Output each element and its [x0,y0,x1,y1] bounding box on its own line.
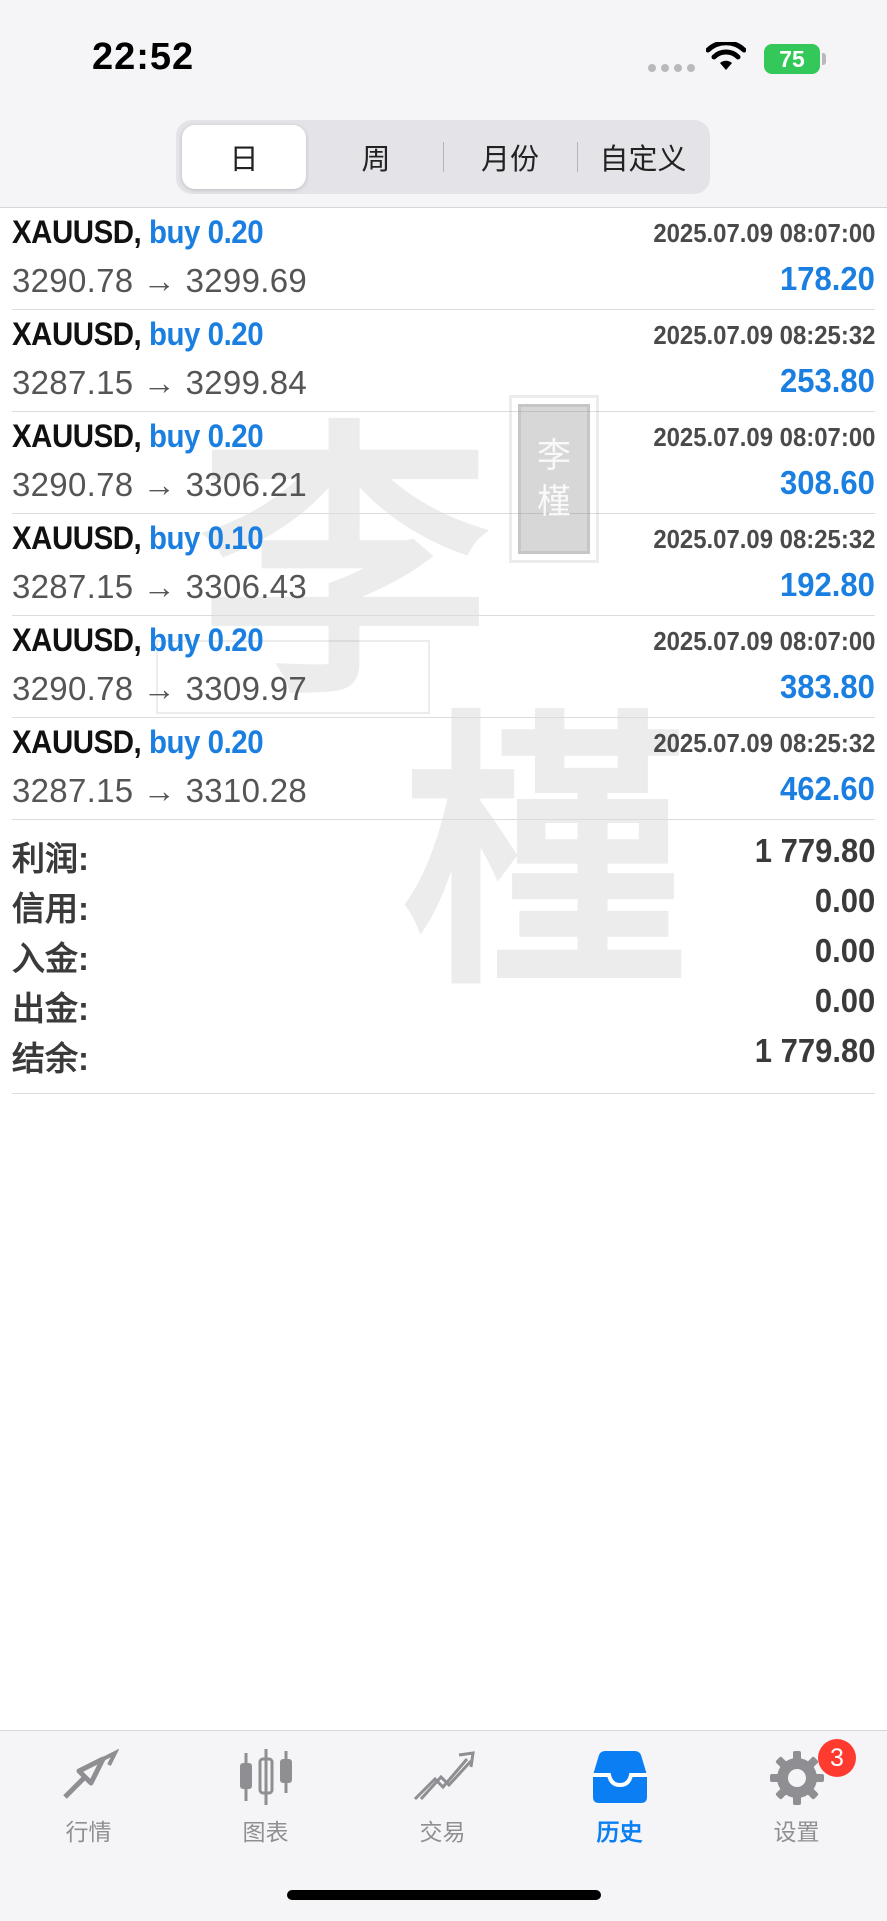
tab-chart[interactable]: 图表 [177,1731,354,1851]
trade-symbol-line: XAUUSD, buy 0.20 [12,214,264,251]
trade-time: 2025.07.09 08:07:00 [652,626,875,656]
summary-label: 结余: [12,1040,89,1077]
trade-symbol: XAUUSD, [12,520,142,556]
trade-direction: buy 0.20 [148,724,264,760]
summary-row-credit: 信用: 0.00 [12,880,875,930]
trade-symbol-line: XAUUSD, buy 0.20 [12,418,264,455]
tab-history[interactable]: 历史 [531,1731,708,1851]
segment-divider [443,142,444,172]
status-time: 22:52 [92,36,195,78]
tab-settings[interactable]: 3 设置 [708,1731,885,1851]
trade-profit: 308.60 [780,464,875,501]
trade-prices: 3290.78 → 3306.21 [12,466,308,503]
tab-label: 图表 [242,1819,289,1845]
trade-direction: buy 0.20 [148,214,264,250]
trade-prices: 3287.15 → 3299.84 [12,364,308,401]
trade-history-list: XAUUSD, buy 0.20 2025.07.09 08:07:00 329… [0,208,887,820]
summary-label: 入金: [12,940,89,977]
history-icon [592,1751,647,1803]
trade-symbol: XAUUSD, [12,724,142,760]
trade-profit: 253.80 [780,362,875,399]
tab-week[interactable]: 周 [314,125,438,189]
tab-label: 交易 [419,1819,466,1845]
home-indicator[interactable] [287,1890,601,1900]
summary-label: 利润: [12,840,89,877]
summary-value: 1 779.80 [754,832,875,869]
trade-profit: 192.80 [780,566,875,603]
trade-row[interactable]: XAUUSD, buy 0.20 2025.07.09 08:07:00 329… [12,412,875,514]
trade-row[interactable]: XAUUSD, buy 0.10 2025.07.09 08:25:32 328… [12,514,875,616]
chart-icon [239,1749,292,1805]
trade-direction: buy 0.10 [148,520,264,556]
trade-direction: buy 0.20 [148,316,264,352]
trade-time: 2025.07.09 08:07:00 [652,422,875,452]
trade-time: 2025.07.09 08:25:32 [652,524,875,554]
trade-profit: 383.80 [780,668,875,705]
summary-row-profit: 利润: 1 779.80 [12,830,875,880]
trade-time: 2025.07.09 08:25:32 [652,728,875,758]
summary-value: 0.00 [814,982,875,1019]
summary-value: 1 779.80 [754,1032,875,1069]
trade-icon [413,1751,475,1801]
wifi-icon [706,42,746,70]
cellular-signal-icon [648,64,695,72]
period-segmented-control: 日 周 月份 自定义 [176,120,710,194]
battery-cap [822,53,826,65]
trade-row[interactable]: XAUUSD, buy 0.20 2025.07.09 08:25:32 328… [12,718,875,820]
tab-month[interactable]: 月份 [448,125,572,189]
summary-row-deposit: 入金: 0.00 [12,930,875,980]
trade-symbol-line: XAUUSD, buy 0.20 [12,316,264,353]
trade-profit: 462.60 [780,770,875,807]
battery-icon: 75 [764,44,820,74]
trade-row[interactable]: XAUUSD, buy 0.20 2025.07.09 08:25:32 328… [12,310,875,412]
trade-prices: 3287.15 → 3306.43 [12,568,308,605]
trade-direction: buy 0.20 [148,418,264,454]
gear-icon [769,1751,824,1805]
tab-label: 设置 [773,1819,820,1845]
trade-time: 2025.07.09 08:25:32 [652,320,875,350]
trade-prices: 3290.78 → 3309.97 [12,670,308,707]
trade-row[interactable]: XAUUSD, buy 0.20 2025.07.09 08:07:00 329… [12,208,875,310]
tab-day[interactable]: 日 [182,125,306,189]
trade-direction: buy 0.20 [148,622,264,658]
tab-quotes[interactable]: 行情 [0,1731,177,1851]
summary-row-withdrawal: 出金: 0.00 [12,980,875,1030]
trade-symbol-line: XAUUSD, buy 0.20 [12,622,264,659]
tab-trade[interactable]: 交易 [354,1731,531,1851]
trade-prices: 3287.15 → 3310.28 [12,772,308,809]
trade-symbol: XAUUSD, [12,214,142,250]
quotes-icon [62,1749,119,1799]
trade-time: 2025.07.09 08:07:00 [652,218,875,248]
trade-row[interactable]: XAUUSD, buy 0.20 2025.07.09 08:07:00 329… [12,616,875,718]
summary-value: 0.00 [814,882,875,919]
trade-symbol-line: XAUUSD, buy 0.10 [12,520,264,557]
tab-custom[interactable]: 自定义 [581,125,705,189]
trade-symbol: XAUUSD, [12,418,142,454]
trade-symbol-line: XAUUSD, buy 0.20 [12,724,264,761]
header: 22:52 75 日 周 月份 自定义 [0,0,887,208]
tab-label: 历史 [596,1819,643,1845]
trade-symbol: XAUUSD, [12,316,142,352]
summary-divider [12,1093,875,1094]
summary-row-balance: 结余: 1 779.80 [12,1030,875,1080]
summary-label: 信用: [12,890,89,927]
notification-badge: 3 [818,1739,856,1777]
trade-symbol: XAUUSD, [12,622,142,658]
account-summary: 利润: 1 779.80 信用: 0.00 入金: 0.00 出金: 0.00 … [12,830,875,1080]
trade-prices: 3290.78 → 3299.69 [12,262,308,299]
trade-profit: 178.20 [780,260,875,297]
summary-label: 出金: [12,990,89,1027]
summary-value: 0.00 [814,932,875,969]
tab-label: 行情 [65,1819,112,1845]
segment-divider [577,142,578,172]
